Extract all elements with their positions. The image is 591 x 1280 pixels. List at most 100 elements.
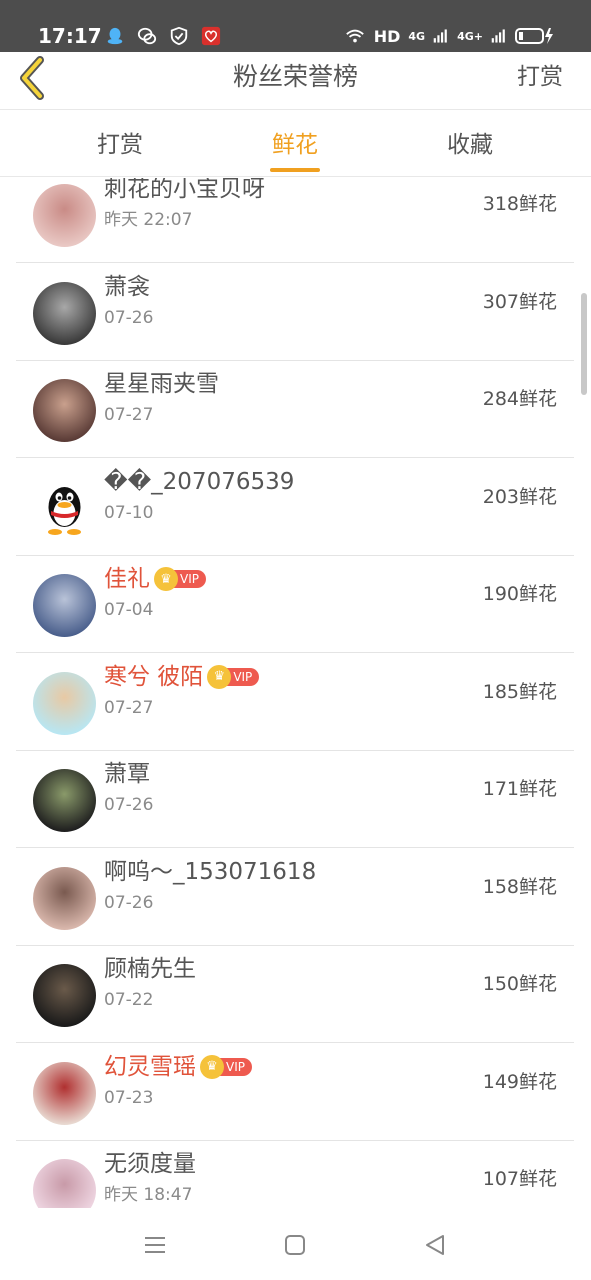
avatar[interactable] [33, 574, 96, 637]
flower-count: 150鲜花 [482, 973, 557, 995]
list-item[interactable]: 无须度量昨天 18:47 107鲜花 [16, 1141, 574, 1208]
reward-date: 07-26 [104, 795, 154, 815]
list-item[interactable]: 萧衾 07-26 307鲜花 [16, 264, 574, 361]
reward-date: 昨天 18:47 [104, 1185, 193, 1205]
user-name: 刺花的小宝贝呀 [104, 178, 265, 202]
avatar[interactable] [33, 769, 96, 832]
crown-icon: ♛ [207, 664, 232, 689]
avatar[interactable] [33, 671, 96, 735]
user-name: 萧覃 [104, 761, 150, 787]
avatar[interactable] [33, 281, 96, 345]
name-line: 萧覃 [104, 758, 150, 790]
flower-count: 190鲜花 [482, 583, 557, 605]
scrollbar[interactable] [581, 293, 587, 395]
menu-icon[interactable] [140, 1230, 170, 1260]
avatar[interactable] [33, 1061, 96, 1125]
tab-reward[interactable]: 打赏 [60, 129, 180, 161]
user-name: 啊呜～_153071618 [104, 858, 317, 885]
app-header: 粉丝荣誉榜 打赏 [0, 52, 591, 110]
flower-count: 158鲜花 [482, 875, 557, 898]
avatar[interactable] [33, 477, 96, 540]
list-item[interactable]: 幻灵雪瑶 ♛ VIP 07-23 149鲜花 [16, 1044, 574, 1141]
flower-count: 185鲜花 [482, 680, 557, 703]
signal-bars-icon [433, 29, 447, 43]
name-line: 佳礼 ♛ VIP [104, 563, 206, 595]
reward-button[interactable]: 打赏 [517, 60, 563, 94]
vip-badge: ♛ VIP [154, 567, 206, 591]
user-name: 无须度量 [104, 1151, 196, 1177]
flower-count: 318鲜花 [482, 193, 557, 215]
avatar[interactable] [33, 964, 96, 1027]
flower-count: 107鲜花 [482, 1168, 557, 1190]
name-line: 萧衾 [104, 271, 150, 303]
wechat-icon [137, 27, 157, 45]
tab-flowers[interactable]: 鲜花 [235, 129, 355, 161]
page-title: 粉丝荣誉榜 [232, 62, 358, 91]
name-line: 寒兮 彼陌 ♛ VIP [104, 661, 260, 693]
crown-icon: ♛ [200, 1054, 224, 1079]
tab-favorites[interactable]: 收藏 [410, 129, 530, 161]
active-tab-indicator [270, 168, 320, 172]
home-icon[interactable] [280, 1230, 310, 1260]
list-item[interactable]: 萧覃 07-26 171鲜花 [16, 751, 574, 848]
name-line: ��_207076539 [104, 466, 294, 498]
name-line: 无须度量 [104, 1148, 196, 1180]
reward-date: 昨天 22:07 [104, 210, 193, 230]
battery-icon [515, 28, 553, 44]
back-icon[interactable] [420, 1230, 450, 1260]
wifi-icon [345, 29, 364, 43]
user-name: 幻灵雪瑶 [104, 1053, 196, 1080]
reward-date: 07-04 [104, 600, 154, 620]
qq-penguin-icon [48, 486, 81, 535]
list-item[interactable]: 刺花的小宝贝呀昨天 22:07 318鲜花 [16, 178, 574, 263]
user-name: 萧衾 [104, 273, 150, 300]
status-right-icons: HD 4G 4G+ [344, 24, 555, 48]
user-name: 星星雨夹雪 [104, 371, 219, 397]
avatar[interactable] [33, 1159, 96, 1208]
avatar[interactable] [33, 184, 96, 247]
list-item[interactable]: ��_207076539 07-10 203鲜花 [16, 459, 574, 556]
vpn-shield-icon [170, 26, 188, 46]
system-nav-bar [0, 1208, 591, 1280]
reward-date: 07-27 [104, 697, 154, 718]
vip-badge: ♛ VIP [207, 664, 260, 689]
user-name: 顾楠先生 [104, 956, 196, 982]
fan-ranking-list[interactable]: 刺花的小宝贝呀昨天 22:07 318鲜花萧衾 07-26 307鲜花星星雨夹雪 07-… [0, 178, 591, 1208]
name-line: 顾楠先生 [104, 953, 196, 985]
signal-label-1: 4G [408, 29, 426, 43]
list-item[interactable]: 啊呜～_153071618 07-26 158鲜花 [16, 849, 574, 946]
name-line: 啊呜～_153071618 [104, 856, 316, 888]
status-bar: 17:17 HD 4G 4G+ [0, 0, 591, 52]
name-line: 刺花的小宝贝呀 [104, 178, 265, 205]
crown-icon: ♛ [154, 567, 178, 591]
flower-count: 307鲜花 [482, 290, 557, 313]
reward-date: 07-22 [104, 990, 154, 1010]
list-item[interactable]: 寒兮 彼陌 ♛ VIP 07-27 185鲜花 [16, 654, 574, 751]
signal-bars-2-icon [491, 29, 505, 43]
reward-date: 07-26 [104, 892, 154, 913]
flower-count: 149鲜花 [482, 1070, 557, 1093]
reward-date: 07-26 [104, 307, 154, 328]
status-left-icons [104, 24, 222, 48]
app-notification-icon [201, 26, 221, 46]
signal-label-2: 4G+ [457, 29, 483, 43]
flower-count: 284鲜花 [482, 388, 557, 410]
flower-count: 171鲜花 [482, 778, 557, 800]
user-name: 寒兮 彼陌 [104, 663, 204, 690]
flower-count: 203鲜花 [482, 485, 557, 508]
screen: 17:17 HD 4G 4G+ 粉丝荣誉榜 打赏 打赏 鲜花 收藏 刺花的小宝贝… [0, 0, 591, 1280]
list-item[interactable]: 顾楠先生 07-22 150鲜花 [16, 946, 574, 1043]
name-line: 星星雨夹雪 [104, 368, 219, 400]
qq-icon [107, 27, 123, 45]
avatar[interactable] [33, 379, 96, 442]
reward-date: 07-27 [104, 405, 154, 425]
avatar[interactable] [33, 866, 96, 930]
list-item[interactable]: 佳礼 ♛ VIP 07-04 190鲜花 [16, 556, 574, 653]
user-name: ��_207076539 [104, 468, 295, 495]
user-name: 佳礼 [104, 566, 150, 592]
name-line: 幻灵雪瑶 ♛ VIP [104, 1051, 252, 1083]
vip-badge: ♛ VIP [200, 1054, 252, 1079]
status-time: 17:17 [38, 24, 102, 48]
list-item[interactable]: 星星雨夹雪 07-27 284鲜花 [16, 361, 574, 458]
network-type: HD [373, 26, 401, 46]
